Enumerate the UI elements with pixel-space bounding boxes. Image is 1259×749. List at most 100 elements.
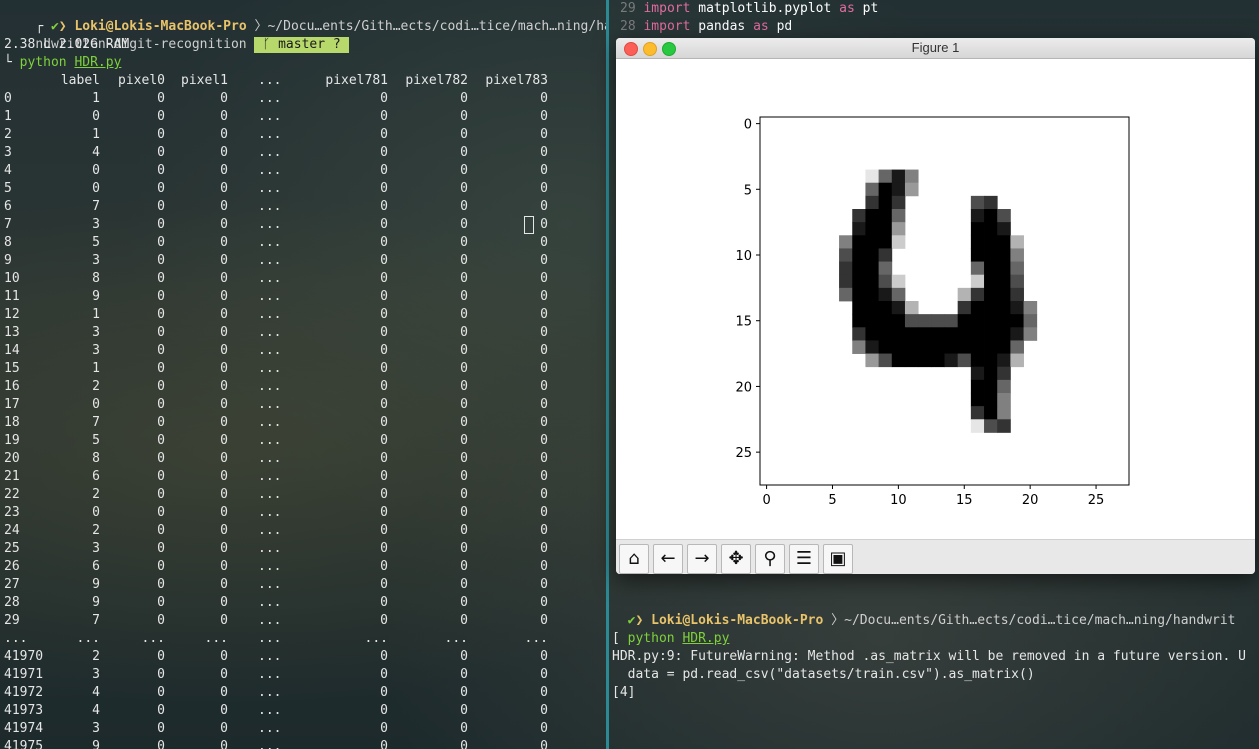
cell-label: 3 bbox=[92, 721, 100, 736]
home-icon[interactable]: ⌂ bbox=[619, 544, 649, 574]
cell-pixel783: 0 bbox=[540, 217, 548, 232]
cell-pixel0: 0 bbox=[157, 523, 165, 538]
minimize-window-button[interactable] bbox=[643, 42, 657, 56]
image-pixel bbox=[852, 248, 866, 262]
cell-pixel783: 0 bbox=[540, 505, 548, 520]
image-pixel bbox=[891, 327, 906, 341]
forward-arrow-icon[interactable]: → bbox=[687, 544, 717, 574]
cell-pixel0: 0 bbox=[157, 415, 165, 430]
image-pixel bbox=[1023, 301, 1038, 315]
cell-pixel782: 0 bbox=[460, 163, 468, 178]
image-pixel bbox=[904, 340, 919, 354]
image-pixel bbox=[944, 314, 959, 328]
image-pixel bbox=[865, 248, 880, 262]
table-row: 41975 9 0 0... 0 0 0 bbox=[0, 738, 600, 749]
table-row: 8 5 0 0... 0 0 0 bbox=[0, 234, 600, 252]
cell-pixel783: 0 bbox=[540, 613, 548, 628]
cell-pixel781: 0 bbox=[380, 91, 388, 106]
y-tick-label: 25 bbox=[735, 446, 752, 461]
image-pixel bbox=[852, 209, 866, 223]
cell-pixel782: 0 bbox=[460, 217, 468, 232]
cell-pixel781: 0 bbox=[380, 667, 388, 682]
image-pixel bbox=[997, 235, 1011, 249]
cell-pixel1: 0 bbox=[220, 253, 228, 268]
x-tick-label: 0 bbox=[762, 493, 770, 508]
table-row: 41974 3 0 0... 0 0 0 bbox=[0, 720, 600, 738]
cell-pixel0: 0 bbox=[157, 361, 165, 376]
row-index: 4 bbox=[4, 163, 12, 178]
image-pixel bbox=[997, 419, 1011, 433]
table-row: 28 9 0 0... 0 0 0 bbox=[0, 594, 600, 612]
figure-title: Figure 1 bbox=[911, 40, 960, 55]
image-pixel bbox=[970, 340, 985, 354]
image-pixel bbox=[865, 195, 880, 210]
figure-window[interactable]: Figure 1 0 5 10 15 20 25 0 5 10 15 20 25 ⌂ ← → ✥ ⚲… bbox=[616, 38, 1255, 574]
image-pixel bbox=[878, 182, 893, 197]
save-icon[interactable]: ▣ bbox=[823, 544, 853, 574]
cell-pixel1: 0 bbox=[220, 235, 228, 250]
image-pixel bbox=[891, 274, 906, 289]
image-pixel bbox=[997, 379, 1011, 394]
terminal-cursor bbox=[524, 216, 534, 234]
figure-titlebar[interactable]: Figure 1 bbox=[616, 38, 1255, 59]
cell-pixel781: 0 bbox=[380, 235, 388, 250]
image-pixel bbox=[865, 261, 880, 276]
header-label: label bbox=[60, 73, 100, 88]
cell-pixel781: 0 bbox=[380, 559, 388, 574]
image-pixel bbox=[852, 274, 866, 289]
image-pixel bbox=[839, 235, 853, 249]
row-index: 2 bbox=[4, 127, 12, 142]
image-pixel bbox=[852, 327, 866, 341]
chevron-right-icon: ❯ bbox=[635, 613, 652, 628]
cell-pixel1: 0 bbox=[220, 667, 228, 682]
image-pixel bbox=[984, 393, 998, 407]
cell-pixel781: 0 bbox=[380, 271, 388, 286]
image-pixel bbox=[878, 353, 893, 368]
image-pixel bbox=[970, 419, 985, 433]
cell-ellipsis: ... bbox=[258, 361, 282, 376]
pane-divider[interactable] bbox=[606, 0, 609, 749]
cell-pixel783: 0 bbox=[540, 91, 548, 106]
image-pixel bbox=[891, 353, 906, 368]
cell-pixel1: 0 bbox=[220, 541, 228, 556]
table-row: 41971 3 0 0... 0 0 0 bbox=[0, 666, 600, 684]
image-pixel bbox=[1010, 340, 1024, 354]
cell-label: 1 bbox=[92, 307, 100, 322]
cell-pixel1: 0 bbox=[220, 199, 228, 214]
cell-ellipsis: ... bbox=[258, 343, 282, 358]
x-tick-label: 5 bbox=[828, 493, 836, 508]
digit-plot[interactable]: 0 5 10 15 20 25 0 5 10 15 20 25 bbox=[616, 59, 1255, 539]
zoom-icon[interactable]: ⚲ bbox=[755, 544, 785, 574]
left-terminal-pane[interactable]: ┌ ✔❯ Loki@Lokis-MacBook-Pro 〉~/Docu…ents… bbox=[0, 0, 606, 749]
configure-icon[interactable]: ☰ bbox=[789, 544, 819, 574]
cell-pixel781: 0 bbox=[380, 199, 388, 214]
cell-pixel0: 0 bbox=[157, 667, 165, 682]
cell-ellipsis: ... bbox=[258, 145, 282, 160]
image-pixel bbox=[944, 327, 959, 341]
cell-pixel783: 0 bbox=[540, 649, 548, 664]
cell-pixel783: 0 bbox=[540, 415, 548, 430]
cell-pixel0: 0 bbox=[157, 91, 165, 106]
table-row: 3 4 0 0... 0 0 0 bbox=[0, 144, 600, 162]
cell-pixel781: 0 bbox=[380, 127, 388, 142]
image-pixel bbox=[1010, 287, 1024, 302]
row-index: 14 bbox=[4, 343, 20, 358]
image-pixel bbox=[957, 314, 972, 328]
cell-pixel0: 0 bbox=[157, 217, 165, 232]
header-pixel782: pixel782 bbox=[405, 73, 468, 88]
cell-pixel1: 0 bbox=[220, 343, 228, 358]
image-pixel bbox=[839, 287, 853, 302]
maximize-window-button[interactable] bbox=[662, 42, 676, 56]
image-pixel bbox=[904, 182, 919, 197]
cell-pixel783: 0 bbox=[540, 685, 548, 700]
image-pixel bbox=[865, 235, 880, 249]
image-pixel bbox=[997, 209, 1011, 223]
cell-pixel1: ... bbox=[204, 631, 228, 646]
close-window-button[interactable] bbox=[624, 42, 638, 56]
image-pixel bbox=[970, 209, 985, 223]
back-arrow-icon[interactable]: ← bbox=[653, 544, 683, 574]
image-pixel bbox=[944, 353, 959, 368]
cell-pixel781: 0 bbox=[380, 253, 388, 268]
cell-pixel1: 0 bbox=[220, 397, 228, 412]
pan-icon[interactable]: ✥ bbox=[721, 544, 751, 574]
